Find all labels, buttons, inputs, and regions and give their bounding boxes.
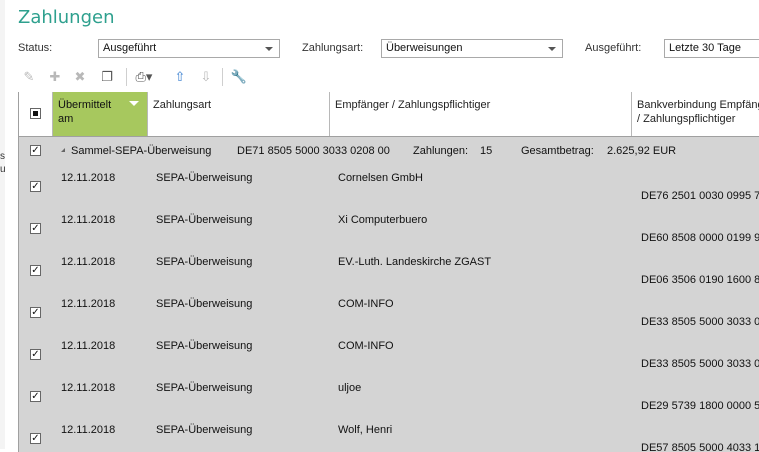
table-row[interactable]: ✓ 12.11.2018 SEPA-Überweisung EV.-Luth. … — [19, 248, 759, 290]
row-iban: DE06 3506 0190 1600 8 — [641, 274, 759, 286]
collapse-icon[interactable] — [61, 148, 65, 152]
copy-icon[interactable]: ❐ — [98, 68, 116, 86]
group-iban: DE71 8505 5000 3033 0208 00 — [237, 145, 390, 157]
group-total: 2.625,92 EUR — [607, 145, 677, 157]
column-header-date[interactable]: Übermittelt am — [53, 92, 148, 136]
executed-select-value: Letzte 30 Tage — [669, 42, 741, 54]
payment-type-select-value: Überweisungen — [386, 42, 463, 54]
row-iban: DE76 2501 0030 0995 7 — [641, 190, 759, 202]
row-checkbox[interactable]: ✓ — [30, 307, 41, 318]
row-type: SEPA-Überweisung — [156, 214, 253, 226]
delete-icon[interactable]: ✖ — [71, 68, 89, 86]
group-total-label: Gesamtbetrag: — [521, 145, 594, 157]
payment-type-select[interactable]: Überweisungen — [381, 39, 563, 58]
column-header-type[interactable]: Zahlungsart — [148, 92, 330, 136]
row-date: 12.11.2018 — [61, 340, 116, 352]
group-name: Sammel-SEPA-Überweisung — [71, 145, 212, 157]
row-date: 12.11.2018 — [61, 382, 116, 394]
row-date: 12.11.2018 — [61, 172, 116, 184]
toolbar: ✎ ✚ ✖ ❐ ⎙▾ ⇧ ⇩ 🔧 — [18, 66, 758, 88]
executed-select[interactable]: Letzte 30 Tage — [664, 39, 759, 58]
row-iban: DE33 8505 5000 3033 0 — [641, 316, 759, 328]
row-type: SEPA-Überweisung — [156, 256, 253, 268]
print-icon[interactable]: ⎙▾ — [132, 68, 156, 86]
row-recipient: COM-INFO — [338, 298, 394, 310]
column-header-recipient[interactable]: Empfänger / Zahlungspflichtiger — [330, 92, 632, 136]
left-panel-edge: s u — [0, 0, 6, 449]
row-iban: DE60 8508 0000 0199 9 — [641, 232, 759, 244]
row-recipient: Cornelsen GmbH — [338, 172, 423, 184]
row-iban: DE29 5739 1800 0000 5 — [641, 400, 759, 412]
page-title: Zahlungen — [18, 7, 115, 28]
column-header-bank[interactable]: Bankverbindung Empfänger / Zahlungspflic… — [632, 92, 759, 136]
grid-header: Übermittelt am Zahlungsart Empfänger / Z… — [19, 92, 759, 137]
row-type: SEPA-Überweisung — [156, 424, 253, 436]
status-select-value: Ausgeführt — [103, 42, 157, 54]
row-checkbox[interactable]: ✓ — [30, 433, 41, 444]
row-type: SEPA-Überweisung — [156, 340, 253, 352]
plus-icon[interactable]: ✚ — [46, 68, 64, 86]
row-type: SEPA-Überweisung — [156, 382, 253, 394]
sort-descending-icon — [129, 101, 139, 106]
table-row[interactable]: ✓ 12.11.2018 SEPA-Überweisung uljoe DE29… — [19, 374, 759, 416]
table-row[interactable]: ✓ 12.11.2018 SEPA-Überweisung Wolf, Henr… — [19, 416, 759, 452]
row-recipient: COM-INFO — [338, 340, 394, 352]
table-row[interactable]: ✓ 12.11.2018 SEPA-Überweisung COM-INFO D… — [19, 290, 759, 332]
row-recipient: Wolf, Henri — [338, 424, 393, 436]
chevron-down-icon — [548, 47, 556, 51]
row-date: 12.11.2018 — [61, 214, 116, 226]
arrow-down-icon[interactable]: ⇩ — [197, 68, 215, 86]
group-row[interactable]: ✓ Sammel-SEPA-Überweisung DE71 8505 5000… — [19, 136, 759, 160]
row-date: 12.11.2018 — [61, 298, 116, 310]
group-count-label: Zahlungen: — [413, 145, 469, 157]
row-recipient: EV.-Luth. Landeskirche ZGAST — [338, 256, 492, 268]
status-select[interactable]: Ausgeführt — [98, 39, 280, 58]
table-row[interactable]: ✓ 12.11.2018 SEPA-Überweisung Xi Compute… — [19, 206, 759, 248]
group-count: 15 — [480, 145, 493, 157]
row-checkbox[interactable]: ✓ — [30, 223, 41, 234]
row-recipient: Xi Computerbuero — [338, 214, 428, 226]
payment-type-label: Zahlungsart: — [302, 42, 364, 54]
status-label: Status: — [18, 42, 53, 54]
wrench-icon[interactable]: 🔧 — [230, 68, 248, 86]
arrow-up-icon[interactable]: ⇧ — [171, 68, 189, 86]
table-row[interactable]: ✓ 12.11.2018 SEPA-Überweisung COM-INFO D… — [19, 332, 759, 374]
pencil-icon[interactable]: ✎ — [20, 68, 38, 86]
row-date: 12.11.2018 — [61, 256, 116, 268]
row-date: 12.11.2018 — [61, 424, 116, 436]
row-checkbox[interactable]: ✓ — [30, 145, 41, 156]
chevron-down-icon — [265, 47, 273, 51]
row-checkbox[interactable]: ✓ — [30, 391, 41, 402]
table-row[interactable]: ✓ 12.11.2018 SEPA-Überweisung Cornelsen … — [19, 164, 759, 206]
executed-label: Ausgeführt: — [585, 42, 642, 54]
row-type: SEPA-Überweisung — [156, 172, 253, 184]
payments-grid: Übermittelt am Zahlungsart Empfänger / Z… — [18, 92, 759, 452]
row-checkbox[interactable]: ✓ — [30, 265, 41, 276]
row-checkbox[interactable]: ✓ — [30, 349, 41, 360]
row-recipient: uljoe — [338, 382, 362, 394]
row-type: SEPA-Überweisung — [156, 298, 253, 310]
row-iban: DE57 8505 5000 4033 1 — [641, 442, 759, 452]
select-all-checkbox[interactable] — [30, 108, 41, 119]
row-iban: DE33 8505 5000 3033 0 — [641, 358, 759, 370]
row-checkbox[interactable]: ✓ — [30, 181, 41, 192]
